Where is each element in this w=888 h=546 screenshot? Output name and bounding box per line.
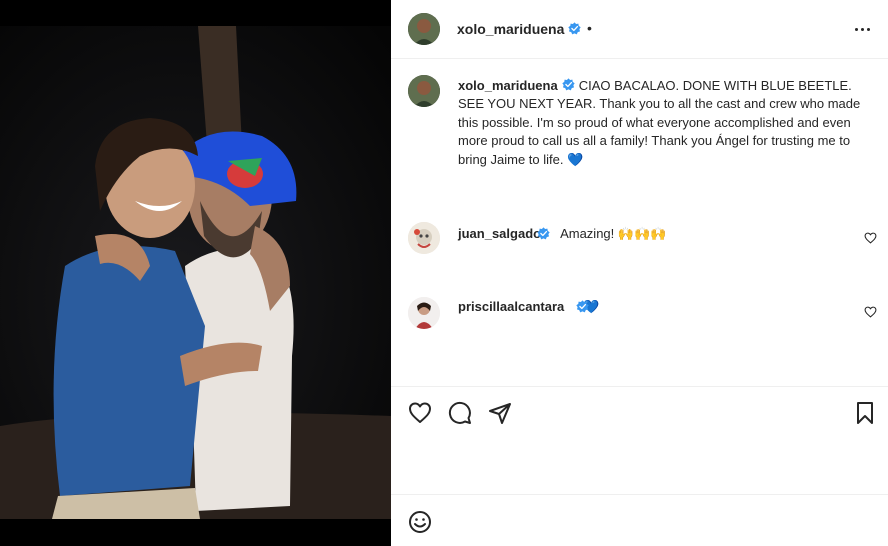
post-media[interactable]: [0, 0, 391, 546]
verified-badge-icon: [562, 78, 575, 91]
comment-username[interactable]: juan_salgado: [458, 226, 541, 241]
comment-text: Amazing!: [560, 226, 615, 241]
verified-badge-icon: [537, 227, 550, 240]
commenter-avatar[interactable]: [408, 222, 440, 254]
verified-badge-icon: [568, 22, 581, 35]
verified-badge-icon: [576, 300, 589, 313]
emoji-icon[interactable]: [408, 510, 432, 534]
post-header: xolo_mariduena •: [391, 0, 888, 59]
bookmark-icon[interactable]: [853, 401, 877, 425]
paper-plane-icon[interactable]: [488, 401, 512, 425]
like-comment-heart-icon[interactable]: [864, 306, 877, 318]
caption-username[interactable]: xolo_mariduena: [458, 78, 558, 93]
heart-icon[interactable]: [408, 401, 432, 425]
like-comment-heart-icon[interactable]: [864, 232, 877, 244]
header-username[interactable]: xolo_mariduena: [457, 21, 564, 37]
header-separator-dot: •: [587, 20, 592, 36]
post-photo[interactable]: [0, 26, 391, 519]
caption-emoji: 💙: [567, 151, 584, 167]
comment-emoji: 🙌🙌🙌: [617, 226, 667, 241]
more-options-icon[interactable]: [848, 18, 876, 40]
add-comment-bar: [391, 494, 888, 546]
author-avatar[interactable]: [408, 13, 440, 45]
commenter-avatar[interactable]: [408, 297, 440, 329]
post-side-panel: xolo_mariduena • xolo_mariduena CIAO BACA…: [391, 0, 888, 546]
comment-item: juan_salgado Amazing! 🙌🙌🙌: [458, 226, 666, 242]
caption-author-avatar[interactable]: [408, 75, 440, 107]
post-actions: [391, 386, 888, 496]
post-caption: xolo_mariduena CIAO BACALAO. DONE WITH BL…: [458, 77, 868, 169]
comment-icon[interactable]: [448, 401, 472, 425]
comment-username[interactable]: priscillaalcantara: [458, 299, 564, 314]
